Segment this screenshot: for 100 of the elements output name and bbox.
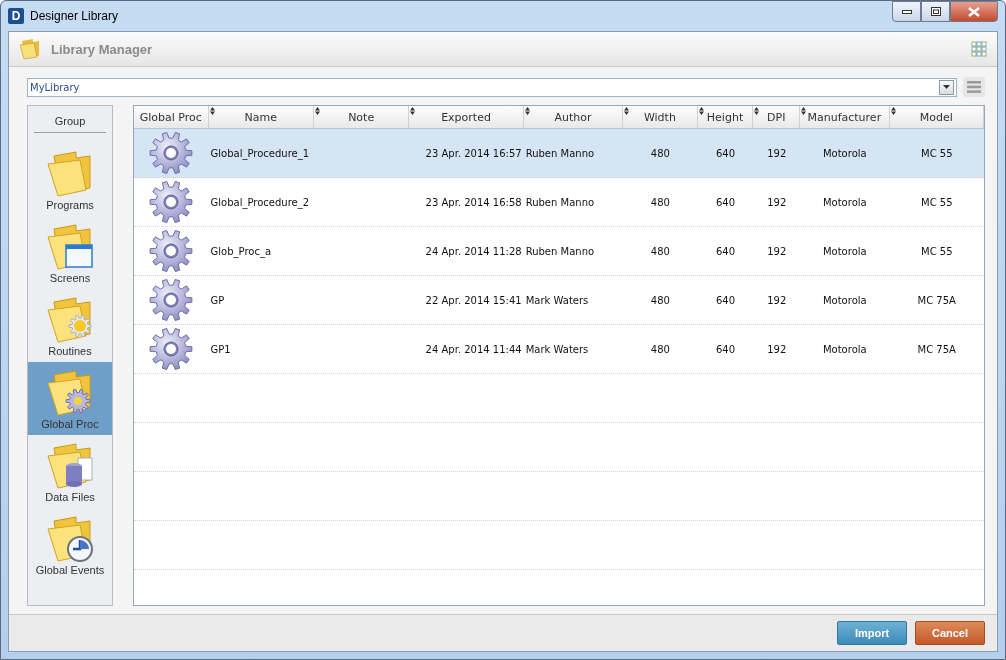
column-header[interactable]: Model bbox=[889, 106, 984, 128]
panel-title: Library Manager bbox=[51, 41, 154, 57]
gear-icon bbox=[149, 278, 194, 322]
sort-icon bbox=[890, 107, 896, 115]
table-cell: Global_Procedure_1 bbox=[210, 147, 310, 159]
group-label: Data Files bbox=[45, 491, 95, 503]
table-cell: 640 bbox=[715, 196, 736, 208]
table-row[interactable]: GP 22 Apr. 2014 15:41 Mark Waters 480 640 192 Motorola MC 75A bbox=[134, 276, 984, 325]
column-header[interactable]: DPI bbox=[753, 106, 801, 128]
sort-icon bbox=[209, 107, 215, 115]
group-item[interactable]: Screens bbox=[28, 216, 112, 289]
sort-icon bbox=[624, 107, 630, 115]
minimize-button[interactable] bbox=[892, 1, 921, 22]
gear-icon bbox=[149, 131, 194, 175]
table-cell: MC 55 bbox=[921, 245, 953, 257]
table-cell: 24 Apr. 2014 11:44 bbox=[425, 343, 522, 355]
table-cell: Motorola bbox=[822, 343, 867, 355]
table-cell: 23 Apr. 2014 16:57 bbox=[425, 147, 522, 159]
table-cell: 640 bbox=[715, 294, 736, 306]
table-row[interactable]: Global_Procedure_2 23 Apr. 2014 16:58 Ruben Manno 480 640 192 Motorola MC 55 bbox=[134, 178, 984, 227]
group-item[interactable]: Routines bbox=[28, 289, 112, 362]
maximize-button[interactable] bbox=[921, 1, 950, 22]
folder-icon bbox=[19, 38, 41, 60]
table-cell: Glob_Proc_a bbox=[210, 245, 272, 257]
table-cell: 640 bbox=[715, 147, 736, 159]
table-cell: Ruben Manno bbox=[525, 196, 595, 208]
group-label: Global Events bbox=[35, 564, 105, 576]
table-cell: 640 bbox=[715, 343, 736, 355]
table-cell: MC 55 bbox=[921, 196, 953, 208]
gear-icon bbox=[149, 229, 194, 273]
table-cell: MC 75A bbox=[917, 294, 956, 306]
table-cell: 480 bbox=[650, 196, 670, 208]
table-cell: 23 Apr. 2014 16:58 bbox=[425, 196, 522, 208]
table-cell: 480 bbox=[650, 294, 670, 306]
table-cell: 192 bbox=[767, 147, 787, 159]
group-label: Screens bbox=[49, 272, 91, 284]
table-cell: GP1 bbox=[210, 343, 231, 355]
table-cell: MC 55 bbox=[921, 147, 953, 159]
group-item[interactable]: Global Proc bbox=[28, 362, 112, 435]
table-cell: 192 bbox=[767, 343, 787, 355]
table-cell: Motorola bbox=[822, 147, 867, 159]
table-cell: 192 bbox=[767, 245, 787, 257]
table-row[interactable]: Glob_Proc_a 24 Apr. 2014 11:28 Ruben Manno 480 640 192 Motorola MC 55 bbox=[134, 227, 984, 276]
table-cell: Motorola bbox=[822, 294, 867, 306]
gear-icon bbox=[149, 327, 194, 371]
table-cell: 640 bbox=[715, 245, 736, 257]
group-label: Programs bbox=[46, 199, 94, 211]
sort-icon bbox=[754, 107, 760, 115]
table-cell: Motorola bbox=[822, 245, 867, 257]
close-button[interactable] bbox=[950, 1, 998, 22]
window-title: Designer Library bbox=[30, 9, 120, 23]
column-header[interactable]: Name bbox=[208, 106, 314, 128]
column-header[interactable]: Height bbox=[697, 106, 754, 128]
column-header[interactable]: Exported bbox=[409, 106, 524, 128]
column-header[interactable]: Author bbox=[523, 106, 624, 128]
column-header[interactable]: Note bbox=[313, 106, 410, 128]
table-cell: 24 Apr. 2014 11:28 bbox=[425, 245, 522, 257]
group-item[interactable]: Programs bbox=[28, 143, 112, 216]
folder-icon bbox=[46, 442, 94, 490]
group-item[interactable]: Global Events bbox=[28, 508, 112, 581]
folder-icon bbox=[46, 369, 94, 417]
table-cell: 480 bbox=[650, 343, 670, 355]
caret-icon bbox=[943, 85, 950, 89]
folder-icon bbox=[46, 515, 94, 563]
table-cell: Global_Procedure_2 bbox=[210, 196, 310, 208]
column-header[interactable]: Manufacturer bbox=[800, 106, 890, 128]
folder-icon bbox=[46, 150, 94, 198]
table-row[interactable]: Global_Procedure_1 23 Apr. 2014 16:57 Ruben Manno 480 640 192 Motorola MC 55 bbox=[134, 129, 984, 178]
group-label: Global Proc bbox=[41, 418, 99, 430]
gear-icon bbox=[149, 180, 194, 224]
folder-icon bbox=[46, 296, 94, 344]
table-cell: 22 Apr. 2014 15:41 bbox=[425, 294, 522, 306]
column-header[interactable]: Global Proc bbox=[134, 106, 209, 128]
table-row[interactable]: GP1 24 Apr. 2014 11:44 Mark Waters 480 640 192 Motorola MC 75A bbox=[134, 325, 984, 374]
close-icon bbox=[968, 6, 980, 17]
library-dropdown[interactable]: MyLibrary bbox=[27, 77, 957, 97]
sort-icon bbox=[410, 107, 416, 115]
group-label: Routines bbox=[48, 345, 92, 357]
sort-icon bbox=[801, 107, 807, 115]
table-cell: 480 bbox=[650, 245, 670, 257]
table-cell: 192 bbox=[767, 294, 787, 306]
group-item[interactable]: Data Files bbox=[28, 435, 112, 508]
table-cell: Ruben Manno bbox=[525, 245, 595, 257]
table-cell: Mark Waters bbox=[525, 343, 589, 355]
minimize-icon bbox=[901, 9, 912, 14]
app-logo: D bbox=[8, 8, 24, 24]
column-header[interactable]: Width bbox=[623, 106, 698, 128]
table-cell: Ruben Manno bbox=[525, 147, 595, 159]
table-cell: 192 bbox=[767, 196, 787, 208]
menu-icon bbox=[967, 81, 981, 93]
table-cell: 480 bbox=[650, 147, 670, 159]
sort-icon bbox=[524, 107, 530, 115]
sort-icon bbox=[314, 107, 320, 115]
table-cell: Motorola bbox=[822, 196, 867, 208]
table-cell: GP bbox=[210, 294, 225, 306]
table-cell: Mark Waters bbox=[525, 294, 589, 306]
maximize-icon bbox=[930, 7, 941, 16]
table-cell: MC 75A bbox=[917, 343, 956, 355]
group-title: Group bbox=[34, 106, 106, 133]
sort-icon bbox=[698, 107, 704, 115]
